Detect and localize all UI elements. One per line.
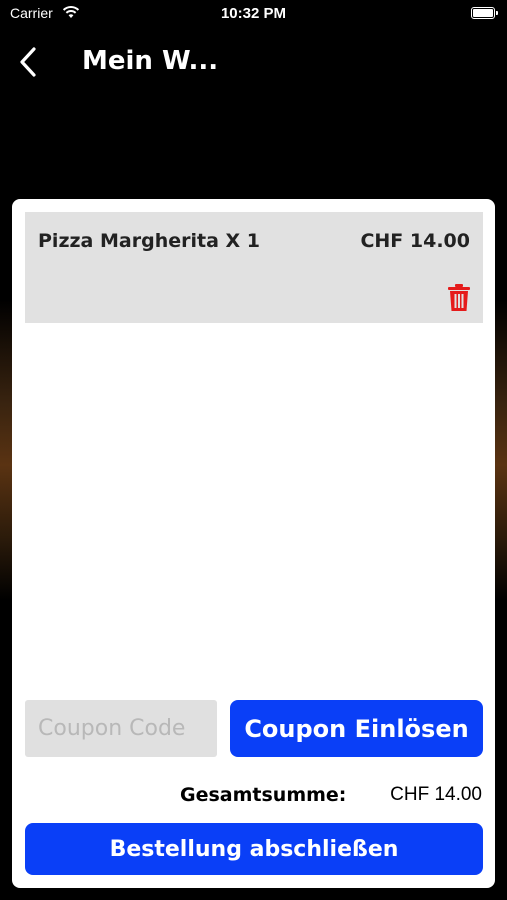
cart-modal: Pizza Margherita X 1 CHF 14.00 Coupon Ei… — [12, 199, 495, 888]
battery-icon — [471, 7, 498, 19]
status-bar: Carrier 10:32 PM — [0, 0, 507, 28]
cart-item: Pizza Margherita X 1 CHF 14.00 — [25, 212, 483, 323]
coupon-code-input[interactable] — [25, 700, 217, 757]
clock: 10:32 PM — [220, 5, 287, 22]
page-title: Mein W... — [82, 46, 219, 76]
cart-item-name: Pizza Margherita X 1 — [38, 230, 260, 252]
trash-icon[interactable] — [447, 284, 471, 312]
checkout-button[interactable]: Bestellung abschließen — [25, 823, 483, 875]
chevron-left-icon[interactable] — [14, 44, 44, 80]
redeem-coupon-button[interactable]: Coupon Einlösen — [230, 700, 483, 757]
total-label: Gesamtsumme: — [180, 784, 347, 806]
cart-item-price: CHF 14.00 — [360, 230, 470, 252]
total-value: CHF 14.00 — [390, 784, 482, 805]
